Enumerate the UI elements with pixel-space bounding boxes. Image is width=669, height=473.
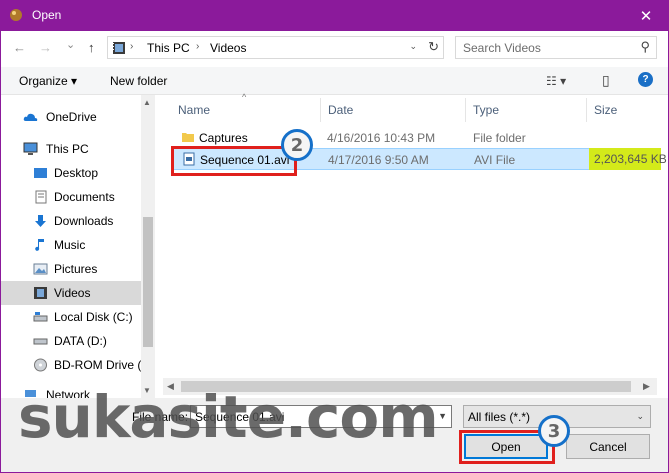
back-icon[interactable]: ← — [13, 40, 26, 55]
column-divider[interactable] — [465, 98, 466, 122]
sidebar-item-label: Downloads — [54, 214, 114, 228]
computer-icon — [23, 142, 38, 155]
chevron-down-icon[interactable]: ⌄ — [636, 411, 644, 422]
sidebar-item-documents[interactable]: Documents — [1, 185, 141, 209]
search-placeholder: Search Videos — [463, 41, 541, 55]
scrollbar-thumb[interactable] — [143, 217, 153, 347]
address-bar[interactable]: › This PC › Videos ⌄ ↻ — [107, 36, 444, 59]
pictures-icon — [33, 263, 48, 275]
file-date: 4/17/2016 9:50 AM — [328, 153, 429, 167]
downloads-icon — [35, 215, 46, 227]
file-size: 2,203,645 KB — [594, 152, 667, 166]
file-type: AVI File — [474, 153, 516, 167]
up-icon[interactable]: ↑ — [88, 40, 95, 55]
filter-value: All files (*.*) — [468, 410, 531, 424]
address-dropdown-icon[interactable]: ⌄ — [409, 41, 417, 52]
title-bar: Open ✕ — [0, 0, 669, 31]
column-header-size[interactable]: Size — [594, 103, 617, 127]
breadcrumb-videos[interactable]: Videos — [210, 41, 246, 55]
sidebar-item-label: Videos — [54, 286, 91, 300]
sidebar-scrollbar[interactable]: ▲ ▼ — [141, 95, 155, 398]
step-badge-3: 3 — [538, 415, 570, 447]
recent-dropdown-icon[interactable]: ⌄ — [66, 38, 75, 51]
videos-folder-icon — [113, 42, 125, 54]
sidebar-item-desktop[interactable]: Desktop — [1, 161, 141, 185]
desktop-icon — [34, 168, 47, 178]
sort-ascending-icon: ^ — [242, 92, 247, 102]
refresh-icon[interactable]: ↻ — [428, 39, 439, 55]
cancel-button[interactable]: Cancel — [566, 434, 650, 459]
column-header-date[interactable]: Date — [328, 103, 353, 127]
file-name: Captures — [199, 131, 248, 145]
sidebar-item-onedrive[interactable]: OneDrive — [1, 105, 141, 129]
command-bar: Organize ▾ New folder ☷ ▾ ▯ ? — [1, 67, 668, 95]
step-badge-2: 2 — [281, 129, 313, 161]
sidebar-item-music[interactable]: Music — [1, 233, 141, 257]
organize-button[interactable]: Organize ▾ — [19, 74, 77, 88]
column-header-type[interactable]: Type — [473, 103, 499, 127]
new-folder-button[interactable]: New folder — [110, 74, 167, 88]
watermark: sukasite.com — [18, 383, 439, 451]
callout-box-file — [171, 146, 297, 176]
breadcrumb-separator: › — [130, 41, 134, 52]
close-icon[interactable]: ✕ — [623, 0, 669, 31]
search-input[interactable]: Search Videos ⚲ — [455, 36, 657, 59]
column-divider[interactable] — [320, 98, 321, 122]
breadcrumb-this-pc[interactable]: This PC — [147, 41, 190, 55]
folder-icon — [182, 133, 194, 142]
file-type: File folder — [473, 131, 526, 145]
scroll-right-icon[interactable]: ▶ — [643, 381, 650, 392]
sidebar-item-label: Local Disk (C:) — [54, 310, 133, 324]
disc-icon — [34, 358, 47, 372]
sidebar-item-pictures[interactable]: Pictures — [1, 257, 141, 281]
sidebar-item-label: BD-ROM Drive (I — [54, 358, 145, 372]
preview-pane-icon[interactable]: ▯ — [602, 72, 610, 89]
sidebar-item-label: Pictures — [54, 262, 98, 276]
view-options-icon[interactable]: ☷ ▾ — [546, 74, 566, 88]
sidebar-item-downloads[interactable]: Downloads — [1, 209, 141, 233]
sidebar-item-label: Music — [54, 238, 86, 252]
column-header-name[interactable]: Name — [178, 103, 210, 127]
search-icon[interactable]: ⚲ — [640, 39, 650, 55]
documents-icon — [35, 190, 47, 204]
file-date: 4/16/2016 10:43 PM — [327, 131, 436, 145]
navigation-pane: OneDrive This PC Desktop Documents Downl… — [1, 95, 155, 398]
column-divider[interactable] — [586, 98, 587, 122]
videos-icon — [34, 287, 47, 299]
sidebar-item-bd-rom[interactable]: BD-ROM Drive (I — [1, 353, 145, 377]
music-icon — [35, 239, 44, 251]
cloud-icon — [23, 113, 38, 121]
disk-icon — [33, 312, 48, 322]
sidebar-item-data-d[interactable]: DATA (D:) — [1, 329, 141, 353]
forward-icon[interactable]: → — [39, 40, 52, 55]
breadcrumb-separator: › — [196, 41, 200, 52]
scroll-up-icon[interactable]: ▲ — [143, 98, 151, 107]
window-title: Open — [32, 8, 62, 22]
sidebar-item-local-disk-c[interactable]: Local Disk (C:) — [1, 305, 141, 329]
sidebar-item-label: DATA (D:) — [54, 334, 107, 348]
sidebar-item-label: Documents — [54, 190, 115, 204]
sidebar-item-label: OneDrive — [46, 110, 97, 124]
sidebar-item-videos[interactable]: Videos — [1, 281, 141, 305]
chevron-down-icon[interactable]: ▼ — [438, 411, 447, 421]
app-icon — [10, 9, 22, 21]
sidebar-item-this-pc[interactable]: This PC — [1, 137, 141, 161]
disk-icon — [33, 338, 48, 345]
sidebar-item-label: This PC — [46, 142, 89, 156]
help-icon[interactable]: ? — [638, 72, 653, 87]
sidebar-item-label: Desktop — [54, 166, 99, 180]
